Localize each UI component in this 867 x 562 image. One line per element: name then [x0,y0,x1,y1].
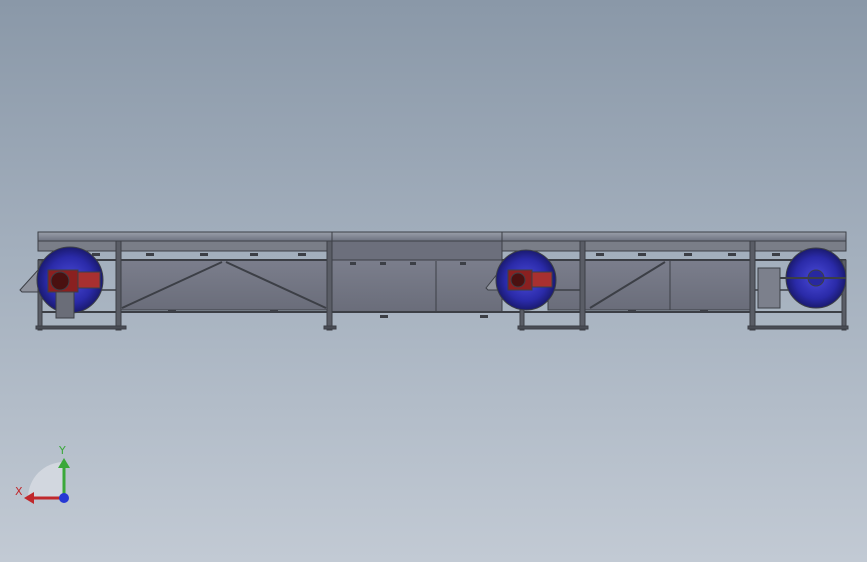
side-panel-2 [331,259,503,313]
cad-viewport[interactable]: Y X [0,0,867,562]
foot [323,325,337,330]
top-cover-left [37,231,333,242]
control-box [757,267,781,309]
top-cover-middle [331,231,503,242]
belt-right [501,240,847,252]
belt-middle [331,240,503,262]
leg [749,240,756,331]
leg [579,240,586,331]
gear-motor-middle [507,269,553,291]
foot [517,325,589,330]
top-cover-right [501,231,847,242]
y-axis-label: Y [58,444,66,457]
conveyor-model[interactable] [19,231,849,331]
leg [115,240,122,331]
leg [326,240,333,331]
side-panel-1 [119,259,331,311]
z-axis-dot-icon [59,493,69,503]
x-axis-label: X [15,485,23,498]
side-panel-3 [584,259,751,311]
infeed-chute-left [19,268,39,293]
foot [747,325,849,330]
foot [35,325,127,330]
coordinate-triad: Y X [15,444,70,504]
